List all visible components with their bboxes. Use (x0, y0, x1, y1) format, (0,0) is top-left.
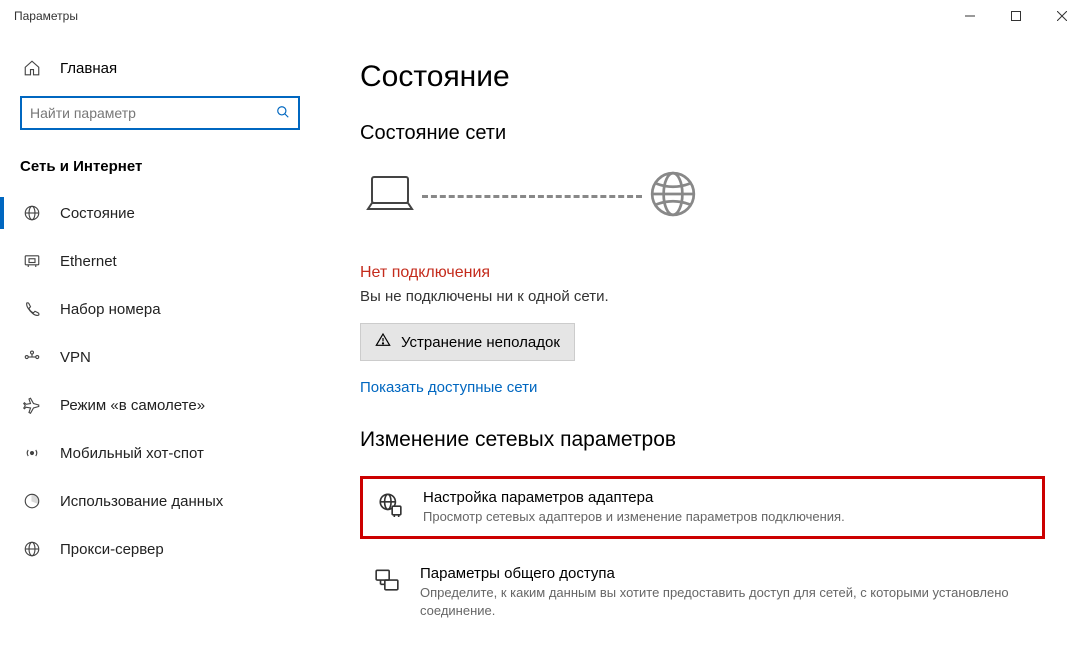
sharing-option-title: Параметры общего доступа (420, 565, 1031, 582)
sidebar-item-label: Мобильный хот-спот (60, 445, 204, 462)
hotspot-icon (22, 443, 42, 463)
window-title: Параметры (14, 9, 947, 23)
network-status-title: Состояние сети (360, 122, 1045, 145)
close-button[interactable] (1039, 0, 1085, 32)
no-connection-title: Нет подключения (360, 264, 1045, 282)
vpn-icon (22, 347, 42, 367)
sidebar-item-proxy[interactable]: Прокси-сервер (0, 525, 320, 573)
search-input[interactable] (30, 105, 276, 121)
maximize-button[interactable] (993, 0, 1039, 32)
phone-icon (22, 299, 42, 319)
globe-icon (22, 203, 42, 223)
minimize-button[interactable] (947, 0, 993, 32)
sidebar-item-status[interactable]: Состояние (0, 189, 320, 237)
home-icon (22, 58, 42, 78)
troubleshoot-button[interactable]: Устранение неполадок (360, 323, 575, 361)
sidebar-item-airplane[interactable]: Режим «в самолете» (0, 381, 320, 429)
adapter-option-desc: Просмотр сетевых адаптеров и изменение п… (423, 508, 1028, 526)
no-connection-subtitle: Вы не подключены ни к одной сети. (360, 288, 1045, 305)
adapter-settings-option[interactable]: Настройка параметров адаптера Просмотр с… (360, 476, 1045, 539)
sidebar-item-data-usage[interactable]: Использование данных (0, 477, 320, 525)
sidebar-item-ethernet[interactable]: Ethernet (0, 237, 320, 285)
connection-line (422, 195, 642, 198)
sharing-settings-option[interactable]: Параметры общего доступа Определите, к к… (360, 555, 1045, 630)
change-settings-title: Изменение сетевых параметров (360, 428, 1045, 452)
ethernet-icon (22, 251, 42, 271)
main-content: Состояние Состояние сети Нет подключения… (320, 32, 1085, 660)
proxy-icon (22, 539, 42, 559)
airplane-icon (22, 395, 42, 415)
home-link[interactable]: Главная (0, 50, 320, 96)
sharing-icon (374, 565, 402, 620)
troubleshoot-label: Устранение неполадок (401, 334, 560, 351)
warning-icon (375, 332, 391, 352)
sidebar-item-label: VPN (60, 349, 91, 366)
page-title: Состояние (360, 60, 1045, 94)
sidebar-item-dialup[interactable]: Набор номера (0, 285, 320, 333)
sidebar-item-vpn[interactable]: VPN (0, 333, 320, 381)
sidebar-item-hotspot[interactable]: Мобильный хот-спот (0, 429, 320, 477)
data-icon (22, 491, 42, 511)
sidebar-item-label: Состояние (60, 205, 135, 222)
sidebar-item-label: Использование данных (60, 493, 223, 510)
adapter-option-title: Настройка параметров адаптера (423, 489, 1028, 506)
sidebar: Главная Сеть и Интернет Состояние Ethern… (0, 32, 320, 660)
sharing-option-desc: Определите, к каким данным вы хотите пре… (420, 584, 1031, 620)
show-networks-link[interactable]: Показать доступные сети (360, 379, 537, 396)
sidebar-item-label: Ethernet (60, 253, 117, 270)
search-icon (276, 105, 290, 122)
sidebar-group-title: Сеть и Интернет (0, 154, 320, 189)
globe-large-icon (648, 169, 698, 224)
sidebar-item-label: Режим «в самолете» (60, 397, 205, 414)
adapter-icon (377, 489, 405, 526)
titlebar: Параметры (0, 0, 1085, 32)
search-box[interactable] (20, 96, 300, 130)
network-diagram (360, 169, 1045, 224)
laptop-icon (364, 173, 416, 220)
sidebar-item-label: Набор номера (60, 301, 161, 318)
sidebar-item-label: Прокси-сервер (60, 541, 164, 558)
home-label: Главная (60, 60, 117, 77)
